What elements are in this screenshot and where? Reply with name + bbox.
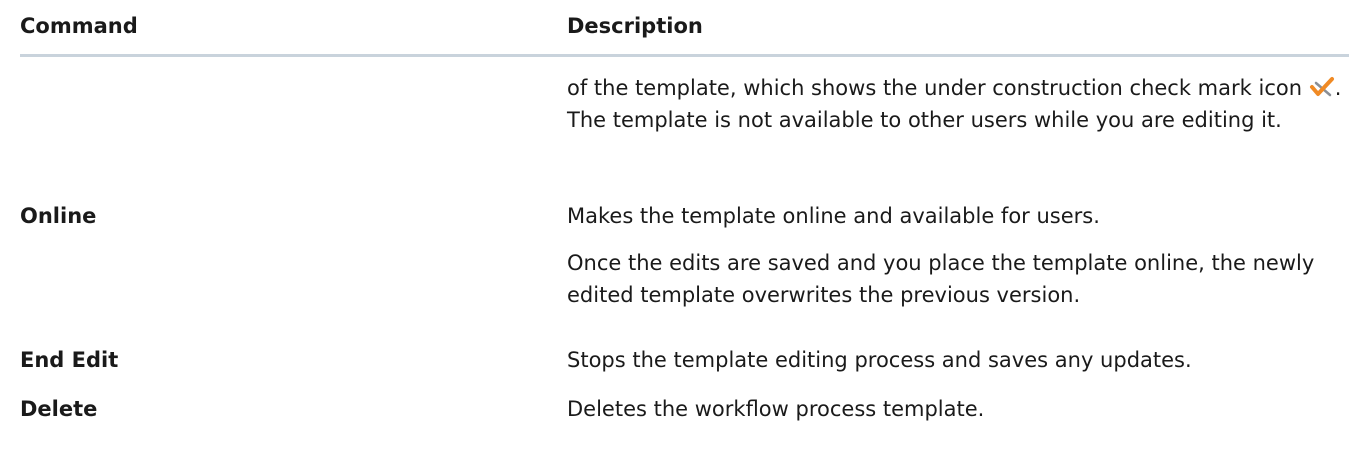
description-text: of the template, which shows the under c…: [567, 76, 1309, 100]
under-construction-check-icon: [1309, 77, 1334, 97]
description-cell: Stops the template editing process and s…: [567, 344, 1342, 376]
description-paragraph: of the template, which shows the under c…: [567, 72, 1342, 136]
description-paragraph: Makes the template online and available …: [567, 204, 1100, 228]
header-command: Command: [20, 14, 138, 38]
description-paragraph: Stops the template editing process and s…: [567, 348, 1192, 372]
command-table: Command Description of the template, whi…: [20, 0, 1349, 421]
description-paragraph: Deletes the workflow process template.: [567, 397, 985, 421]
table-header: Command Description: [20, 0, 1349, 57]
command-cell-online: Online: [20, 204, 97, 228]
command-cell-end-edit: End Edit: [20, 348, 119, 372]
command-cell-delete: Delete: [20, 397, 98, 421]
description-cell: Deletes the workflow process template.: [567, 393, 1342, 425]
header-description: Description: [567, 14, 703, 38]
description-cell: of the template, which shows the under c…: [567, 72, 1342, 136]
description-cell: Makes the template online and available …: [567, 200, 1342, 311]
description-paragraph: Once the edits are saved and you place t…: [567, 251, 1315, 307]
